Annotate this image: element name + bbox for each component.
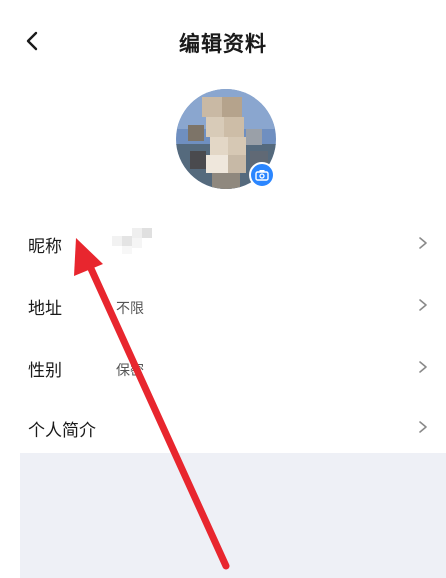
chevron-right-icon — [419, 361, 427, 373]
page-title: 编辑资料 — [179, 32, 267, 56]
chevron-right-icon — [419, 299, 427, 311]
nickname-label: 昵称 — [28, 237, 62, 257]
nickname-blurred-image — [112, 228, 152, 254]
avatar-button[interactable] — [176, 89, 276, 189]
bio-label: 个人简介 — [28, 421, 96, 441]
chevron-right-icon — [419, 237, 427, 249]
camera-badge[interactable] — [249, 162, 275, 188]
address-label: 地址 — [28, 299, 62, 319]
field-row-gender[interactable]: 性别 保密 — [0, 336, 446, 398]
gender-value: 保密 — [116, 363, 144, 379]
address-value: 不限 — [116, 301, 144, 317]
gender-label: 性别 — [28, 361, 62, 381]
top-bar: 编辑资料 — [0, 0, 446, 84]
field-row-bio[interactable]: 个人简介 — [0, 396, 446, 458]
chevron-right-icon — [419, 421, 427, 433]
field-row-address[interactable]: 地址 不限 — [0, 274, 446, 336]
camera-icon — [255, 170, 269, 181]
bottom-panel — [20, 453, 446, 578]
field-row-nickname[interactable]: 昵称 — [0, 212, 446, 274]
